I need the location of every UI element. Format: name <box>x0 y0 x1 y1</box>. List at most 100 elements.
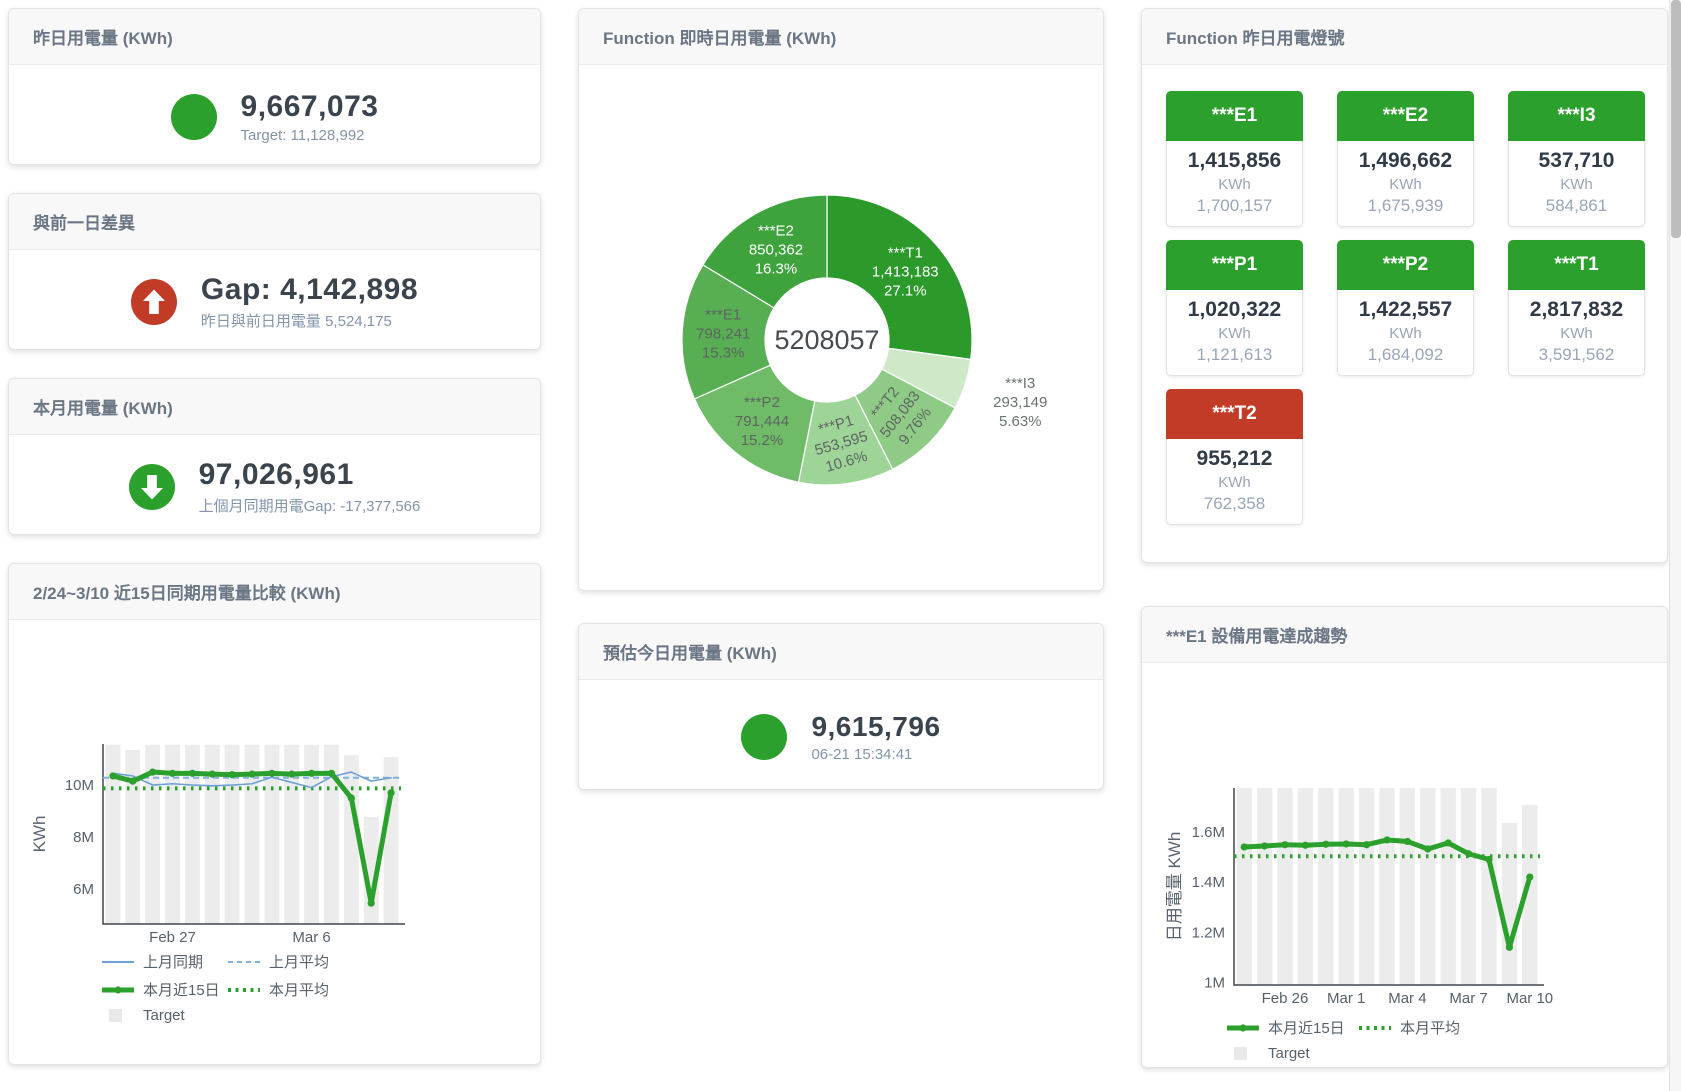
series-point <box>288 771 295 778</box>
card-compare-chart: 2/24~3/10 近15日同期用電量比較 (KWh) 6M8M10MFeb 2… <box>8 563 541 1065</box>
series-point <box>1485 856 1492 863</box>
status-tile-subvalue: 584,861 <box>1511 196 1642 216</box>
target-bar <box>1502 823 1517 985</box>
status-tile: ***I3 537,710 KWh 584,861 <box>1508 91 1645 227</box>
card-day-gap-body: Gap: 4,142,898 昨日與前日用電量 5,524,175 <box>9 250 540 350</box>
series-point <box>1241 843 1248 850</box>
day-gap-subtitle: 昨日與前日用電量 5,524,175 <box>201 310 418 331</box>
legend-item-square[interactable]: Target <box>1226 1045 1358 1062</box>
stat-text: Gap: 4,142,898 昨日與前日用電量 5,524,175 <box>201 273 418 331</box>
legend-label: 本月平均 <box>1400 1017 1460 1038</box>
compare-chart-wrap: 6M8M10MFeb 27Mar 6KWh 上月同期上月平均本月近15日本月平均… <box>9 620 540 1024</box>
card-realtime-donut: Function 即時日用電量 (KWh) ***T11,413,18327.1… <box>578 8 1104 591</box>
card-yesterday-usage: 昨日用電量 (KWh) 9,667,073 Target: 11,128,992 <box>8 8 541 165</box>
y-tick-label: 1.4M <box>1192 874 1225 891</box>
status-tile-unit: KWh <box>1340 176 1471 193</box>
day-gap-value: Gap: 4,142,898 <box>201 273 418 307</box>
legend-symbol-square <box>1226 1047 1260 1061</box>
target-bar <box>1318 788 1333 985</box>
legend-item-thick[interactable]: 本月近15日 <box>1226 1017 1358 1038</box>
y-tick-label: 8M <box>73 829 94 846</box>
green-circle-icon <box>741 714 787 760</box>
card-estimate-header: 預估今日用電量 (KWh) <box>579 624 1103 680</box>
scrollbar-thumb[interactable] <box>1671 0 1681 238</box>
series-point <box>368 900 375 907</box>
legend-label: 本月近15日 <box>143 979 220 1000</box>
card-trend-header: ***E1 設備用電達成趨勢 <box>1142 607 1667 663</box>
card-title: 預估今日用電量 (KWh) <box>603 639 1079 664</box>
legend-symbol-square <box>101 1009 135 1023</box>
target-bar <box>1379 788 1394 985</box>
status-tile-subvalue: 762,358 <box>1169 494 1300 514</box>
status-tile-subvalue: 3,591,562 <box>1511 345 1642 365</box>
card-status-lights: Function 昨日用電燈號 ***E1 1,415,856 KWh 1,70… <box>1141 8 1668 563</box>
compare-svg: 6M8M10MFeb 27Mar 6KWh <box>9 624 540 946</box>
legend-label: Target <box>1268 1045 1310 1062</box>
status-tile: ***E1 1,415,856 KWh 1,700,157 <box>1166 91 1303 227</box>
target-bar <box>1298 788 1313 985</box>
target-bar <box>1359 788 1374 985</box>
green-circle-icon <box>171 94 217 140</box>
card-day-gap: 與前一日差異 Gap: 4,142,898 昨日與前日用電量 5,524,175 <box>8 193 541 350</box>
month-usage-gap: 上個月同期用電Gap: -17,377,566 <box>199 495 421 516</box>
status-tile-unit: KWh <box>1511 176 1642 193</box>
target-bar <box>344 755 359 924</box>
trend-chart[interactable]: 1M1.2M1.4M1.6MFeb 26Mar 1Mar 4Mar 7Mar 1… <box>1142 667 1667 1017</box>
series-point <box>109 772 116 779</box>
legend-label: 本月平均 <box>269 979 329 1000</box>
series-point <box>1465 850 1472 857</box>
legend-item-line[interactable]: 上月同期 <box>101 951 227 972</box>
target-bar <box>1237 788 1252 985</box>
y-tick-label: 1.6M <box>1192 824 1225 841</box>
card-trend-chart: ***E1 設備用電達成趨勢 1M1.2M1.4M1.6MFeb 26Mar 1… <box>1141 606 1668 1068</box>
legend-label: 本月近15日 <box>1268 1017 1345 1038</box>
target-bar <box>1257 788 1272 985</box>
stat-text: 9,667,073 Target: 11,128,992 <box>241 90 379 144</box>
y-tick-label: 6M <box>73 881 94 898</box>
status-tile-unit: KWh <box>1169 176 1300 193</box>
estimate-timestamp: 06-21 15:34:41 <box>811 746 940 763</box>
realtime-donut-chart[interactable]: ***T11,413,18327.1%***I3293,1495.63%***T… <box>579 65 1103 591</box>
legend-row: 本月近15日 本月平均 <box>1226 1017 1667 1038</box>
x-tick-label: Mar 10 <box>1506 990 1553 1007</box>
trend-svg: 1M1.2M1.4M1.6MFeb 26Mar 1Mar 4Mar 7Mar 1… <box>1142 667 1668 1012</box>
scrollbar-track[interactable] <box>1669 0 1681 1091</box>
status-tile-value: 537,710 <box>1511 149 1642 173</box>
series-point <box>348 794 355 801</box>
series-point <box>328 770 335 777</box>
card-title: 2/24~3/10 近15日同期用電量比較 (KWh) <box>33 579 516 604</box>
target-bar <box>1339 788 1354 985</box>
x-tick-label: Feb 27 <box>149 929 196 946</box>
card-day-gap-header: 與前一日差異 <box>9 194 540 250</box>
series-point <box>268 770 275 777</box>
card-lights-header: Function 昨日用電燈號 <box>1142 9 1667 65</box>
legend-symbol-thick <box>1226 1021 1260 1035</box>
series-point <box>1281 841 1288 848</box>
legend-item-dotted[interactable]: 本月平均 <box>1358 1017 1490 1038</box>
status-tile-value: 1,496,662 <box>1340 149 1471 173</box>
series-point <box>1404 838 1411 845</box>
target-bar <box>1461 788 1476 985</box>
compare-chart[interactable]: 6M8M10MFeb 27Mar 6KWh <box>9 624 540 951</box>
donut-label: ***I3293,1495.63% <box>993 375 1047 430</box>
x-tick-label: Mar 1 <box>1327 990 1365 1007</box>
legend-item-square[interactable]: Target <box>101 1007 227 1024</box>
month-usage-value: 97,026,961 <box>199 458 421 492</box>
target-bar <box>105 745 120 924</box>
y-axis-label: KWh <box>30 816 49 853</box>
legend-symbol-dashed <box>227 955 261 969</box>
legend-symbol-dotted <box>227 983 261 997</box>
series-point <box>1261 842 1268 849</box>
series-point <box>1424 845 1431 852</box>
series-point <box>189 770 196 777</box>
yesterday-usage-value: 9,667,073 <box>241 90 379 124</box>
legend-symbol-dotted <box>1358 1021 1392 1035</box>
series-point <box>1363 841 1370 848</box>
legend-item-dashed[interactable]: 上月平均 <box>227 951 353 972</box>
legend-item-thick[interactable]: 本月近15日 <box>101 979 227 1000</box>
target-bar <box>1420 788 1435 985</box>
realtime-donut-svg: ***T11,413,18327.1%***I3293,1495.63%***T… <box>579 65 1103 591</box>
legend-item-dotted[interactable]: 本月平均 <box>227 979 353 1000</box>
series-point <box>1322 841 1329 848</box>
legend-label: 上月平均 <box>269 951 329 972</box>
